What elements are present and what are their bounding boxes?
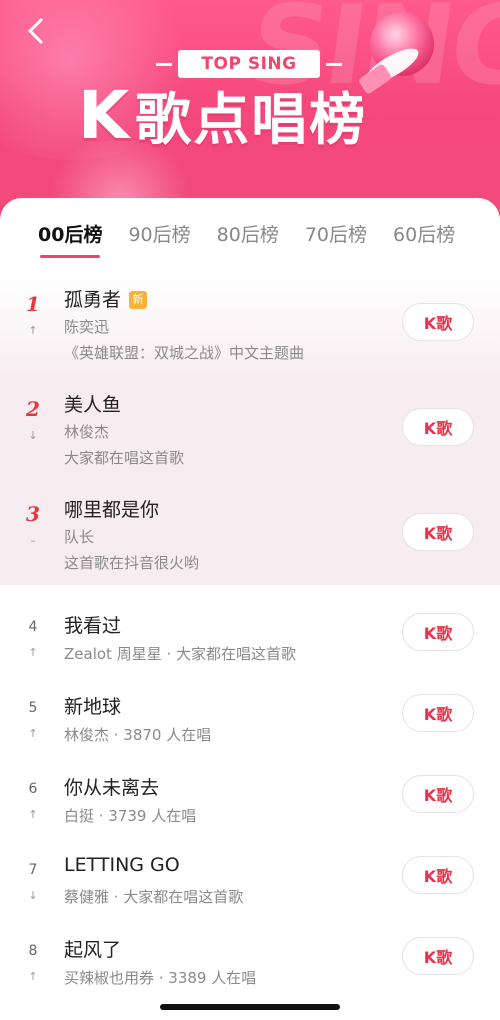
microphone-icon bbox=[356, 4, 446, 94]
back-button[interactable] bbox=[20, 18, 50, 48]
karaoke-button[interactable]: K歌 bbox=[402, 513, 474, 551]
song-meta: 林俊杰 · 3870 人在唱 bbox=[64, 726, 212, 744]
song-title: 孤勇者新 bbox=[64, 285, 148, 312]
song-description: 大家都在唱这首歌 bbox=[64, 449, 185, 467]
tab-60s[interactable]: 60后榜 bbox=[393, 220, 455, 260]
top-three-list: 1 ↑ 孤勇者新 陈奕迅 《英雄联盟：双城之战》中文主题曲 K歌 2 ↓ 美人鱼… bbox=[0, 270, 500, 585]
trend-up-icon: ↑ bbox=[28, 727, 38, 740]
song-meta: Zealot 周星星 · 大家都在唱这首歌 bbox=[64, 645, 296, 663]
trend-down-icon: ↓ bbox=[28, 889, 38, 902]
page-title-text: 歌点唱榜 bbox=[135, 87, 368, 153]
rank-number: 6 bbox=[28, 781, 38, 797]
song-title: 哪里都是你 bbox=[64, 499, 160, 521]
song-title-text: 孤勇者 bbox=[64, 289, 122, 311]
karaoke-button[interactable]: K歌 bbox=[402, 937, 474, 975]
song-title: LETTING GO bbox=[64, 854, 180, 876]
song-meta: 买辣椒也用券 · 3389 人在唱 bbox=[64, 969, 257, 987]
rank-number: 7 bbox=[28, 862, 38, 878]
song-title: 美人鱼 bbox=[64, 394, 122, 416]
list-item[interactable]: 3 – 哪里都是你 队长 这首歌在抖音很火哟 K歌 bbox=[0, 480, 500, 585]
song-meta: 蔡健雅 · 大家都在唱这首歌 bbox=[64, 888, 244, 906]
song-description: 《英雄联盟：双城之战》中文主题曲 bbox=[64, 344, 305, 362]
tab-90s[interactable]: 90后榜 bbox=[128, 220, 190, 260]
song-list: 4 ↑ 我看过 Zealot 周星星 · 大家都在唱这首歌 K歌 5 ↑ 新地球… bbox=[0, 591, 500, 996]
trend-flat-icon: – bbox=[30, 534, 36, 547]
karaoke-button[interactable]: K歌 bbox=[402, 613, 474, 651]
rank-number: 1 bbox=[26, 292, 40, 316]
song-title: 你从未离去 bbox=[64, 777, 160, 799]
artist-name: 林俊杰 bbox=[64, 423, 110, 441]
new-badge: 新 bbox=[129, 291, 148, 309]
song-meta: 白挺 · 3739 人在唱 bbox=[64, 807, 197, 825]
trend-up-icon: ↑ bbox=[28, 646, 38, 659]
karaoke-button[interactable]: K歌 bbox=[402, 856, 474, 894]
song-title: 我看过 bbox=[64, 615, 122, 637]
list-item[interactable]: 6 ↑ 你从未离去 白挺 · 3739 人在唱 K歌 bbox=[0, 753, 500, 834]
chart-panel: 00后榜 90后榜 80后榜 70后榜 60后榜 1 ↑ 孤勇者新 陈奕迅 《英… bbox=[0, 198, 500, 1020]
song-title: 新地球 bbox=[64, 696, 122, 718]
list-item[interactable]: 2 ↓ 美人鱼 林俊杰 大家都在唱这首歌 K歌 bbox=[0, 375, 500, 480]
song-title: 起风了 bbox=[64, 939, 122, 961]
karaoke-button[interactable]: K歌 bbox=[402, 303, 474, 341]
trend-down-icon: ↓ bbox=[28, 429, 38, 442]
list-item[interactable]: 7 ↓ LETTING GO 蔡健雅 · 大家都在唱这首歌 K歌 bbox=[0, 834, 500, 915]
karaoke-button[interactable]: K歌 bbox=[402, 775, 474, 813]
tab-00s[interactable]: 00后榜 bbox=[38, 220, 102, 260]
rank-number: 2 bbox=[26, 397, 40, 421]
page-title-k: K bbox=[78, 76, 130, 154]
karaoke-button[interactable]: K歌 bbox=[402, 408, 474, 446]
chevron-left-icon bbox=[26, 17, 44, 49]
rank-number: 3 bbox=[26, 502, 40, 526]
song-description: 这首歌在抖音很火哟 bbox=[64, 554, 200, 572]
list-item[interactable]: 4 ↑ 我看过 Zealot 周星星 · 大家都在唱这首歌 K歌 bbox=[0, 591, 500, 672]
list-item[interactable]: 1 ↑ 孤勇者新 陈奕迅 《英雄联盟：双城之战》中文主题曲 K歌 bbox=[0, 270, 500, 375]
home-indicator[interactable] bbox=[160, 1004, 340, 1010]
rank-number: 8 bbox=[28, 943, 38, 959]
trend-up-icon: ↑ bbox=[28, 808, 38, 821]
trend-up-icon: ↑ bbox=[28, 324, 38, 337]
artist-name: 陈奕迅 bbox=[64, 318, 110, 336]
artist-name: 队长 bbox=[64, 528, 95, 546]
tab-70s[interactable]: 70后榜 bbox=[305, 220, 367, 260]
rank-number: 4 bbox=[28, 619, 38, 635]
age-tabs: 00后榜 90后榜 80后榜 70后榜 60后榜 bbox=[0, 220, 500, 264]
rank-number: 5 bbox=[28, 700, 38, 716]
trend-up-icon: ↑ bbox=[28, 970, 38, 983]
tab-80s[interactable]: 80后榜 bbox=[217, 220, 279, 260]
karaoke-button[interactable]: K歌 bbox=[402, 694, 474, 732]
list-item[interactable]: 5 ↑ 新地球 林俊杰 · 3870 人在唱 K歌 bbox=[0, 672, 500, 753]
list-item[interactable]: 8 ↑ 起风了 买辣椒也用券 · 3389 人在唱 K歌 bbox=[0, 915, 500, 996]
